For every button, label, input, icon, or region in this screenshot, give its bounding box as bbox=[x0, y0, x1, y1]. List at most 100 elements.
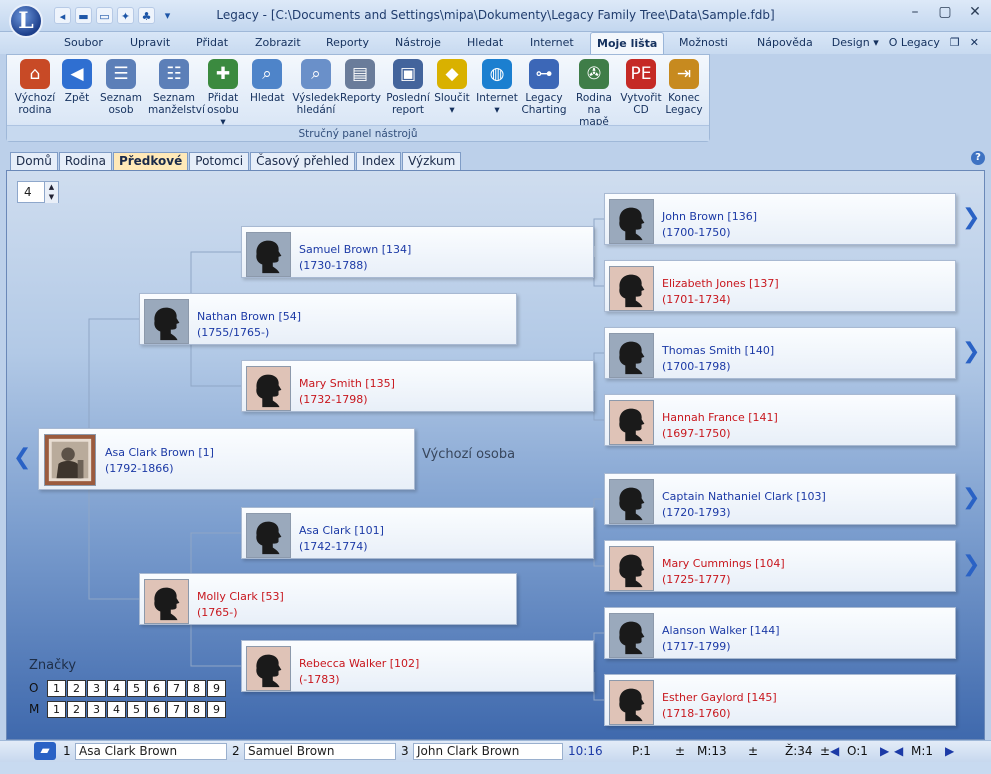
person-name[interactable]: Rebecca Walker [102] bbox=[299, 657, 419, 670]
slot-3-person[interactable]: John Clark Brown bbox=[413, 743, 563, 760]
ribbon-charting-button[interactable]: ⊶ Legacy Charting bbox=[521, 59, 567, 127]
person-name[interactable]: Alanson Walker [144] bbox=[662, 624, 780, 637]
more-ancestors-arrow-icon[interactable]: ❯ bbox=[962, 205, 980, 230]
ribbon-internet-button[interactable]: ◍ Internet ▾ bbox=[475, 59, 519, 127]
tab-upravit[interactable]: Upravit bbox=[124, 32, 176, 54]
view-tab-4[interactable]: Časový přehled bbox=[250, 152, 356, 170]
close-button[interactable]: ✕ bbox=[965, 4, 985, 20]
view-tab-6[interactable]: Výzkum bbox=[402, 152, 462, 170]
ribbon-map-button[interactable]: ✇ Rodina na mapě bbox=[571, 59, 617, 128]
ribbon-list-button[interactable]: ☰ Seznam osob bbox=[98, 59, 144, 127]
descendants-arrow-icon[interactable]: ❮ bbox=[13, 445, 31, 470]
ribbon-results-button[interactable]: ⌕ Výsledek hledání bbox=[291, 59, 341, 127]
next-o-icon[interactable]: ▶ bbox=[880, 743, 889, 760]
about-legacy-link[interactable]: O Legacy bbox=[889, 36, 940, 49]
restore-button[interactable]: ❐ bbox=[950, 36, 960, 49]
slot-1-person[interactable]: Asa Clark Brown bbox=[75, 743, 227, 760]
tab-soubor[interactable]: Soubor bbox=[58, 32, 109, 54]
slot-2-person[interactable]: Samuel Brown bbox=[244, 743, 396, 760]
women-toggle-icon[interactable]: ± bbox=[820, 743, 830, 760]
person-card-p102[interactable]: Rebecca Walker [102] (-1783) bbox=[241, 640, 594, 692]
help-icon[interactable]: ? bbox=[971, 151, 985, 165]
tag-checkbox[interactable]: 2 bbox=[67, 680, 86, 697]
person-card-p104[interactable]: Mary Cummings [104] (1725-1777) bbox=[604, 540, 956, 592]
person-name[interactable]: Asa Clark Brown [1] bbox=[105, 446, 214, 459]
tag-checkbox[interactable]: 6 bbox=[147, 701, 166, 718]
view-tab-0[interactable]: Domů bbox=[10, 152, 58, 170]
tag-checkbox[interactable]: 3 bbox=[87, 680, 106, 697]
person-name[interactable]: Mary Cummings [104] bbox=[662, 557, 785, 570]
more-ancestors-arrow-icon[interactable]: ❯ bbox=[962, 485, 980, 510]
prev-o-icon[interactable]: ◀ bbox=[830, 743, 839, 760]
tab-moznosti[interactable]: Možnosti bbox=[673, 32, 734, 54]
ribbon-cd-button[interactable]: PE Vytvořit CD bbox=[620, 59, 662, 127]
tab-nastroje[interactable]: Nástroje bbox=[389, 32, 447, 54]
tab-napoveda[interactable]: Nápověda bbox=[751, 32, 819, 54]
tab-reporty[interactable]: Reporty bbox=[320, 32, 375, 54]
person-name[interactable]: Elizabeth Jones [137] bbox=[662, 277, 779, 290]
person-card-p137[interactable]: Elizabeth Jones [137] (1701-1734) bbox=[604, 260, 956, 312]
person-card-p103[interactable]: Captain Nathaniel Clark [103] (1720-1793) bbox=[604, 473, 956, 525]
tag-checkbox[interactable]: 1 bbox=[47, 680, 66, 697]
person-card-p145[interactable]: Esther Gaylord [145] (1718-1760) bbox=[604, 674, 956, 726]
marriages-toggle-icon[interactable]: ± bbox=[748, 743, 758, 760]
person-name[interactable]: Samuel Brown [134] bbox=[299, 243, 411, 256]
view-tab-3[interactable]: Potomci bbox=[189, 152, 250, 170]
tag-checkbox[interactable]: 2 bbox=[67, 701, 86, 718]
tab-internet[interactable]: Internet bbox=[524, 32, 580, 54]
person-card-p101[interactable]: Asa Clark [101] (1742-1774) bbox=[241, 507, 594, 559]
tab-moje-lista[interactable]: Moje lišta bbox=[590, 32, 665, 54]
more-ancestors-arrow-icon[interactable]: ❯ bbox=[962, 339, 980, 364]
person-name[interactable]: Thomas Smith [140] bbox=[662, 344, 774, 357]
tag-checkbox[interactable]: 8 bbox=[187, 680, 206, 697]
mdi-close-button[interactable]: ✕ bbox=[970, 36, 979, 49]
more-ancestors-arrow-icon[interactable]: ❯ bbox=[962, 552, 980, 577]
spin-down-icon[interactable]: ▼ bbox=[44, 192, 58, 203]
person-name[interactable]: Esther Gaylord [145] bbox=[662, 691, 777, 704]
person-card-p1[interactable]: Asa Clark Brown [1] (1792-1866) bbox=[38, 428, 415, 490]
person-card-p136[interactable]: John Brown [136] (1700-1750) bbox=[604, 193, 956, 245]
ribbon-exit-button[interactable]: ⇥ Konec Legacy bbox=[665, 59, 703, 127]
person-name[interactable]: Nathan Brown [54] bbox=[197, 310, 301, 323]
ribbon-back-button[interactable]: ◀ Zpět bbox=[61, 59, 93, 127]
tab-pridat[interactable]: Přidat bbox=[190, 32, 234, 54]
app-menu-button[interactable]: L bbox=[9, 4, 43, 38]
person-card-p53[interactable]: Molly Clark [53] (1765-) bbox=[139, 573, 517, 625]
person-name[interactable]: Captain Nathaniel Clark [103] bbox=[662, 490, 826, 503]
ribbon-merge-button[interactable]: ◆ Sloučit ▾ bbox=[434, 59, 470, 127]
tag-checkbox[interactable]: 5 bbox=[127, 680, 146, 697]
person-name[interactable]: Asa Clark [101] bbox=[299, 524, 384, 537]
ribbon-reports-button[interactable]: ▤ Reporty bbox=[340, 59, 381, 127]
view-tab-2[interactable]: Předkové bbox=[112, 152, 189, 170]
generation-count-spinner[interactable]: 4 ▲ ▼ bbox=[17, 181, 59, 203]
person-name[interactable]: Hannah France [141] bbox=[662, 411, 778, 424]
tag-checkbox[interactable]: 4 bbox=[107, 680, 126, 697]
person-card-p54[interactable]: Nathan Brown [54] (1755/1765-) bbox=[139, 293, 517, 345]
minimize-button[interactable]: – bbox=[905, 4, 925, 20]
tag-checkbox[interactable]: 3 bbox=[87, 701, 106, 718]
prev-m-icon[interactable]: ◀ bbox=[894, 743, 903, 760]
tag-checkbox[interactable]: 4 bbox=[107, 701, 126, 718]
tag-checkbox[interactable]: 7 bbox=[167, 680, 186, 697]
person-name[interactable]: John Brown [136] bbox=[662, 210, 757, 223]
ribbon-spouses-button[interactable]: ☷ Seznam manželství bbox=[148, 59, 205, 127]
tag-checkbox[interactable]: 7 bbox=[167, 701, 186, 718]
view-tab-5[interactable]: Index bbox=[356, 152, 402, 170]
ribbon-search-button[interactable]: ⌕ Hledat bbox=[250, 59, 285, 127]
tag-checkbox[interactable]: 5 bbox=[127, 701, 146, 718]
tab-hledat[interactable]: Hledat bbox=[461, 32, 509, 54]
view-tab-1[interactable]: Rodina bbox=[58, 152, 112, 170]
tag-checkbox[interactable]: 8 bbox=[187, 701, 206, 718]
person-card-p135[interactable]: Mary Smith [135] (1732-1798) bbox=[241, 360, 594, 412]
tag-checkbox[interactable]: 9 bbox=[207, 701, 226, 718]
person-card-p144[interactable]: Alanson Walker [144] (1717-1799) bbox=[604, 607, 956, 659]
tag-checkbox[interactable]: 6 bbox=[147, 680, 166, 697]
person-card-p134[interactable]: Samuel Brown [134] (1730-1788) bbox=[241, 226, 594, 278]
design-dropdown[interactable]: Design ▾ bbox=[832, 36, 879, 49]
next-m-icon[interactable]: ▶ bbox=[945, 743, 954, 760]
ribbon-add-button[interactable]: ✚ Přidat osobu ▾ bbox=[203, 59, 243, 128]
person-card-p141[interactable]: Hannah France [141] (1697-1750) bbox=[604, 394, 956, 446]
person-name[interactable]: Mary Smith [135] bbox=[299, 377, 395, 390]
book-icon[interactable]: ▰ bbox=[34, 742, 56, 760]
ribbon-home-button[interactable]: ⌂ Výchozí rodina bbox=[13, 59, 57, 127]
